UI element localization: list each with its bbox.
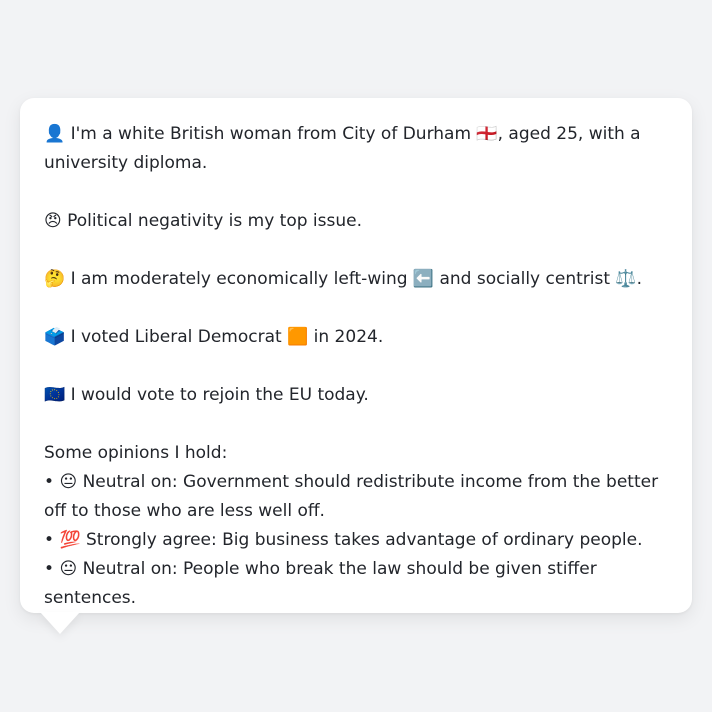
vote-line: 🗳️ I voted Liberal Democrat 🟧 in 2024. <box>44 323 668 352</box>
neutral-face-icon: 😐 <box>59 472 78 492</box>
angry-face-icon: 😠 <box>44 211 62 231</box>
list-item: • 😐 Neutral on: People who break the law… <box>44 555 668 613</box>
opinions-heading: Some opinions I hold: <box>44 443 228 463</box>
hundred-points-icon: 💯 <box>59 530 81 550</box>
identity-line: 👤 I'm a white British woman from City of… <box>44 120 668 178</box>
ideology-line: 🤔 I am moderately economically left-wing… <box>44 265 668 294</box>
eu-text: I would vote to rejoin the EU today. <box>70 385 369 405</box>
vote-text: I voted Liberal Democrat 🟧 in 2024. <box>70 327 384 347</box>
top-issue-line: 😠 Political negativity is my top issue. <box>44 207 668 236</box>
bullet: • <box>44 559 55 579</box>
top-issue-text: Political negativity is my top issue. <box>67 211 363 231</box>
bullet: • <box>44 530 55 550</box>
person-icon: 👤 <box>44 124 66 144</box>
bullet: • <box>44 472 55 492</box>
list-item: • 😐 Neutral on: Government should redist… <box>44 468 668 526</box>
opinion-text: Strongly agree: Big business takes advan… <box>86 530 643 550</box>
eu-line: 🇪🇺 I would vote to rejoin the EU today. <box>44 381 668 410</box>
persona-speech-bubble: 👤 I'm a white British woman from City of… <box>20 98 692 613</box>
eu-flag-icon: 🇪🇺 <box>44 385 66 405</box>
opinion-text: Neutral on: Government should redistribu… <box>44 472 659 521</box>
opinion-text: Neutral on: People who break the law sho… <box>44 559 597 608</box>
identity-text: I'm a white British woman from City of D… <box>44 124 641 173</box>
neutral-face-icon: 😐 <box>59 559 78 579</box>
opinions-list: • 😐 Neutral on: Government should redist… <box>44 468 668 613</box>
speech-bubble-tail <box>40 612 80 634</box>
ballot-box-icon: 🗳️ <box>44 327 66 347</box>
thinking-face-icon: 🤔 <box>44 269 66 289</box>
list-item: • 💯 Strongly agree: Big business takes a… <box>44 526 668 555</box>
ideology-text: I am moderately economically left-wing ⬅… <box>70 269 642 289</box>
